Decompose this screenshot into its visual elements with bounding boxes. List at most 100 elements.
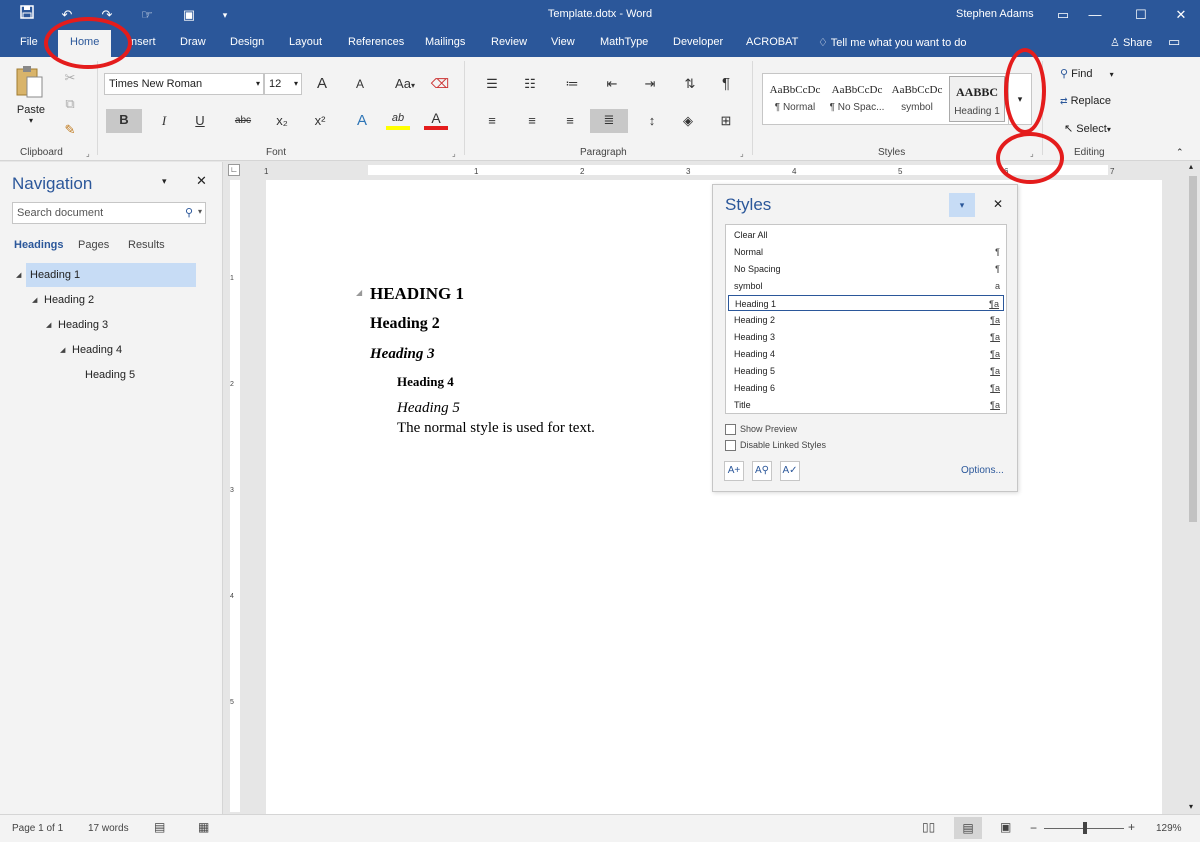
search-input[interactable]: Search document ⚲ ▾ xyxy=(12,202,206,224)
new-style-icon[interactable]: A+ xyxy=(724,461,744,481)
chevron-down-icon[interactable]: ▾ xyxy=(949,193,975,217)
paragraph-launcher-icon[interactable]: ⌟ xyxy=(740,149,744,158)
scroll-thumb[interactable] xyxy=(1189,176,1197,522)
find-button[interactable]: ⚲ Find ▾ xyxy=(1060,67,1114,80)
tab-developer[interactable]: Developer xyxy=(673,36,723,48)
numbering-icon[interactable]: ☷ xyxy=(518,73,542,95)
tell-me-box[interactable]: ♢ Tell me what you want to do xyxy=(818,36,966,49)
word-count[interactable]: 17 words xyxy=(88,823,129,834)
options-link[interactable]: Options... xyxy=(961,465,1004,476)
tab-review[interactable]: Review xyxy=(491,36,527,48)
zoom-slider-thumb[interactable] xyxy=(1083,822,1087,834)
change-case-button[interactable]: Aa▾ xyxy=(390,73,420,95)
style-row-clear-all[interactable]: Clear All xyxy=(728,227,1004,243)
style-row-heading-2[interactable]: Heading 2 ¶a xyxy=(728,312,1004,328)
tab-view[interactable]: View xyxy=(551,36,575,48)
tab-insert[interactable]: Insert xyxy=(128,36,156,48)
highlight-icon[interactable]: ab xyxy=(386,110,410,130)
justify-icon[interactable]: ≣ xyxy=(590,109,628,133)
scroll-down-icon[interactable]: ▾ xyxy=(1189,802,1193,811)
borders-icon[interactable]: ⊞ xyxy=(714,110,738,132)
tab-headings[interactable]: Headings xyxy=(14,239,64,251)
manage-styles-icon[interactable]: A✓ xyxy=(780,461,800,481)
clear-formatting-icon[interactable]: ⌫ xyxy=(428,73,452,95)
tab-mathtype[interactable]: MathType xyxy=(600,36,648,48)
font-color-icon[interactable]: A xyxy=(424,110,448,130)
maximize-icon[interactable]: ☐ xyxy=(1126,4,1156,26)
tab-mailings[interactable]: Mailings xyxy=(425,36,465,48)
zoom-out-icon[interactable]: − xyxy=(1030,821,1037,835)
style-inspector-icon[interactable]: A⚲ xyxy=(752,461,772,481)
ribbon-display-icon[interactable]: ▭ xyxy=(1048,4,1078,26)
style-no-spacing[interactable]: AaBbCcDc ¶ No Spac... xyxy=(827,76,887,122)
show-preview-checkbox[interactable] xyxy=(725,424,736,435)
style-row-no-spacing[interactable]: No Spacing ¶ xyxy=(728,261,1004,277)
shading-icon[interactable]: ◈ xyxy=(676,110,700,132)
shrink-font-icon[interactable]: A xyxy=(348,73,372,95)
italic-button[interactable]: I xyxy=(152,110,176,132)
text-effects-icon[interactable]: A xyxy=(350,110,374,132)
collapse-triangle-icon[interactable]: ◢ xyxy=(32,296,37,304)
disable-linked-checkbox[interactable] xyxy=(725,440,736,451)
page-count[interactable]: Page 1 of 1 xyxy=(12,823,63,834)
scroll-up-icon[interactable]: ▴ xyxy=(1189,162,1193,171)
collapse-triangle-icon[interactable]: ◢ xyxy=(60,346,65,354)
minimize-icon[interactable]: — xyxy=(1080,4,1110,26)
collapse-triangle-icon[interactable]: ◢ xyxy=(356,288,362,297)
style-normal[interactable]: AaBbCcDc ¶ Normal xyxy=(765,76,825,122)
tab-results[interactable]: Results xyxy=(128,239,165,251)
comments-icon[interactable]: ▭ xyxy=(1168,34,1180,50)
font-name-combo[interactable]: Times New Roman ▾ xyxy=(104,73,264,95)
replace-button[interactable]: ⇄ Replace xyxy=(1060,95,1111,107)
superscript-button[interactable]: x² xyxy=(308,110,332,132)
style-heading-1[interactable]: AABBC Heading 1 xyxy=(949,76,1005,122)
macro-icon[interactable]: ▦ xyxy=(198,820,209,834)
proofing-icon[interactable]: ▤ xyxy=(154,820,165,834)
nav-heading-3[interactable]: Heading 3 xyxy=(58,313,108,337)
tab-acrobat[interactable]: ACROBAT xyxy=(746,36,798,48)
collapse-triangle-icon[interactable]: ◢ xyxy=(16,271,21,279)
collapse-triangle-icon[interactable]: ◢ xyxy=(46,321,51,329)
read-mode-icon[interactable]: ▯▯ xyxy=(922,820,935,834)
tab-design[interactable]: Design xyxy=(230,36,264,48)
subscript-button[interactable]: x₂ xyxy=(270,110,294,132)
style-symbol[interactable]: AaBbCcDc symbol xyxy=(887,76,947,122)
increase-indent-icon[interactable]: ⇥ xyxy=(638,73,662,95)
multilevel-list-icon[interactable]: ≔ xyxy=(560,73,584,95)
tab-pages[interactable]: Pages xyxy=(78,239,109,251)
underline-button[interactable]: U xyxy=(188,110,212,132)
align-right-icon[interactable]: ≡ xyxy=(558,110,582,132)
nav-heading-4[interactable]: Heading 4 xyxy=(72,338,122,362)
sort-icon[interactable]: ⇅ xyxy=(678,73,702,95)
doc-heading-4[interactable]: Heading 4 xyxy=(397,374,454,390)
copy-icon[interactable]: ⧉ xyxy=(58,93,82,115)
decrease-indent-icon[interactable]: ⇤ xyxy=(600,73,624,95)
close-icon[interactable]: ✕ xyxy=(993,197,1003,211)
style-row-heading-4[interactable]: Heading 4 ¶a xyxy=(728,346,1004,362)
doc-body-text[interactable]: The normal style is used for text. xyxy=(397,420,595,437)
grow-font-icon[interactable]: A xyxy=(310,73,334,95)
zoom-in-icon[interactable]: + xyxy=(1128,820,1135,834)
tab-selector[interactable]: ∟ xyxy=(228,164,240,176)
font-launcher-icon[interactable]: ⌟ xyxy=(452,149,456,158)
style-row-title[interactable]: Title ¶a xyxy=(728,397,1004,413)
format-painter-icon[interactable]: ✎ xyxy=(58,119,82,141)
style-row-normal[interactable]: Normal ¶ xyxy=(728,244,1004,260)
bullets-icon[interactable]: ☰ xyxy=(480,73,504,95)
vertical-scrollbar[interactable]: ▴ ▾ xyxy=(1186,162,1200,814)
close-icon[interactable]: ✕ xyxy=(196,173,207,189)
paste-button[interactable]: Paste ▾ xyxy=(14,65,48,127)
strikethrough-button[interactable]: abc xyxy=(230,110,256,132)
share-button[interactable]: ♙ Share xyxy=(1110,36,1152,49)
tab-layout[interactable]: Layout xyxy=(289,36,322,48)
doc-heading-5[interactable]: Heading 5 xyxy=(397,400,460,417)
web-layout-icon[interactable]: ▣ xyxy=(1000,820,1011,834)
line-spacing-icon[interactable]: ↕ xyxy=(640,110,664,132)
collapse-ribbon-icon[interactable]: ⌃ xyxy=(1176,147,1184,158)
center-icon[interactable]: ≡ xyxy=(520,110,544,132)
doc-heading-1[interactable]: HEADING 1 xyxy=(370,284,464,304)
nav-heading-5[interactable]: Heading 5 xyxy=(85,363,135,387)
bold-button[interactable]: B xyxy=(106,109,142,133)
close-icon[interactable]: ✕ xyxy=(1166,4,1196,26)
tab-references[interactable]: References xyxy=(348,36,404,48)
